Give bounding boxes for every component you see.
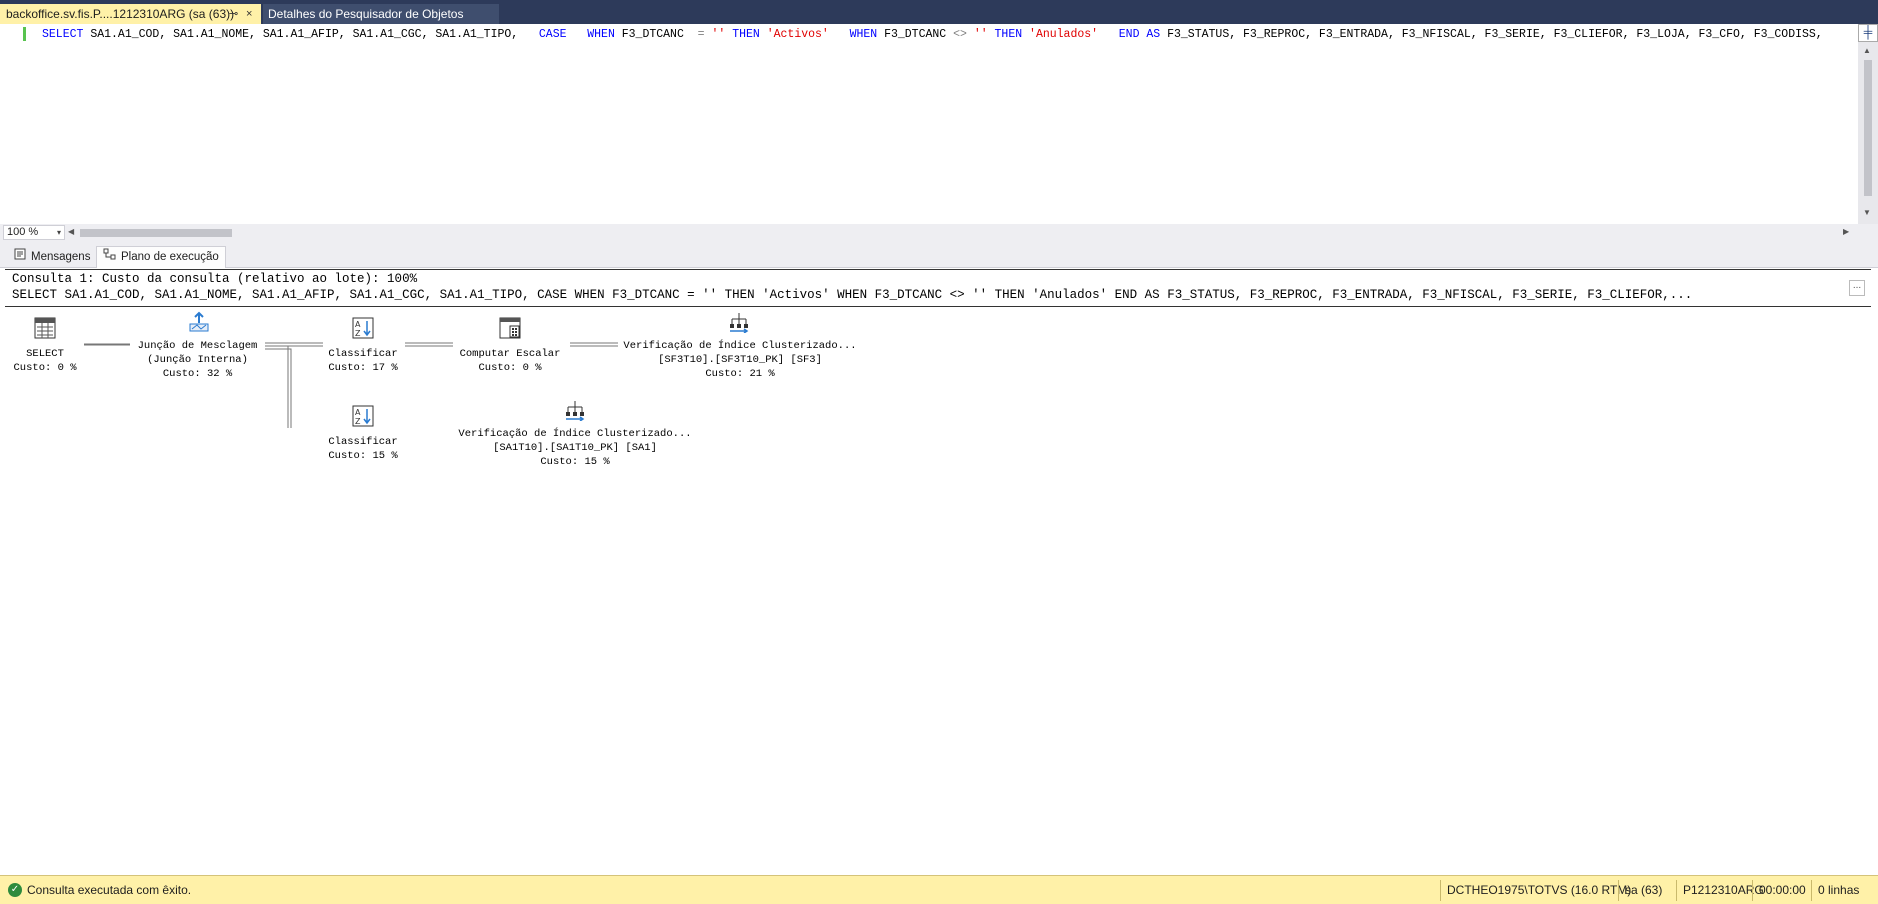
sql-token: F3_STATUS, F3_REPROC, F3_ENTRADA, F3_NFI… [1160, 28, 1823, 41]
sql-token: WHEN [587, 28, 615, 41]
status-user: sa (63) [1618, 880, 1662, 901]
merge-join-cost: Custo: 32 % [162, 368, 233, 380]
scan-sa1-object: [SA1T10].[SA1T10_PK] [SA1] [493, 442, 657, 454]
sql-token: WHEN [849, 28, 878, 41]
clustered-index-scan-node-sa1[interactable]: Verificação de Índice Clusterizado... [S… [455, 427, 695, 469]
compute-scalar-cost: Custo: 0 % [478, 362, 542, 374]
scan-sf3-cost: Custo: 21 % [705, 368, 775, 380]
sort-node-1-label: Classificar [328, 348, 398, 360]
sort-icon[interactable]: AZ [352, 317, 374, 339]
scan-sa1-cost: Custo: 15 % [540, 456, 610, 468]
sql-token: THEN [994, 28, 1023, 41]
zoom-select[interactable]: 100 % ▾ [3, 225, 65, 240]
changed-line-marker [23, 27, 26, 41]
messages-icon [14, 247, 26, 267]
status-bar: ✓ Consulta executada com êxito. DCTHEO19… [0, 875, 1878, 904]
svg-text:A: A [355, 320, 361, 329]
scroll-right-icon[interactable]: ▶ [1843, 227, 1849, 236]
sql-token: THEN [732, 28, 760, 41]
clustered-index-scan-node-sf3[interactable]: Verificação de Índice Clusterizado... [S… [620, 339, 860, 381]
horizontal-scroll-thumb[interactable] [80, 229, 232, 237]
merge-join-label: Junção de Mesclagem [137, 340, 258, 352]
editor-vertical-scrollbar[interactable]: ▲ ▼ [1858, 24, 1878, 224]
sql-token: <> [953, 28, 967, 41]
split-editor-icon[interactable]: ╪ [1858, 24, 1878, 42]
scroll-corner [1858, 224, 1878, 242]
select-node[interactable]: SELECT Custo: 0 % [10, 347, 80, 375]
compute-scalar-label: Computar Escalar [459, 348, 561, 360]
tab-details-label: Detalhes do Pesquisador de Objetos [268, 7, 464, 21]
scan-sa1-label: Verificação de Índice Clusterizado... [458, 428, 692, 440]
tab-plan-label: Plano de execução [121, 251, 219, 264]
select-node-label: SELECT [26, 348, 64, 360]
sort-icon[interactable]: AZ [352, 405, 374, 427]
sort-node-2-label: Classificar [328, 436, 398, 448]
success-check-icon: ✓ [8, 883, 22, 897]
sort-node-1-cost: Custo: 17 % [328, 362, 398, 374]
scroll-left-icon[interactable]: ◀ [68, 227, 74, 236]
status-message: Consulta executada com êxito. [27, 883, 192, 897]
tab-messages[interactable]: Mensagens [10, 247, 94, 267]
sql-token: 'Activos' [766, 28, 829, 41]
select-node-cost: Custo: 0 % [13, 362, 77, 374]
clustered-index-scan-icon[interactable] [728, 311, 750, 334]
chevron-down-icon: ▾ [56, 228, 61, 237]
select-operator-icon[interactable] [34, 317, 56, 339]
tab-messages-label: Mensagens [31, 251, 91, 264]
sql-token: F3_DTCANC [877, 28, 954, 41]
status-database: P1212310ARG [1676, 880, 1764, 901]
execution-plan-pane: Consulta 1: Custo da consulta (relativo … [0, 268, 1878, 875]
sort-node-2[interactable]: Classificar Custo: 15 % [323, 435, 403, 463]
svg-text:Z: Z [355, 417, 361, 426]
status-server: DCTHEO1975\TOTVS (16.0 RTM) [1440, 880, 1631, 901]
sql-token: 'Anulados' [1029, 28, 1099, 41]
sql-token: END AS [1118, 28, 1161, 41]
result-tab-bar: Mensagens Plano de execução [0, 242, 1878, 269]
sql-token: SELECT [42, 28, 84, 41]
status-elapsed-time: 00:00:00 [1752, 880, 1806, 901]
compute-scalar-icon[interactable] [499, 317, 521, 339]
editor-horizontal-bar: 100 % ▾ ◀ ▶ [0, 224, 1858, 242]
sql-token: '' [973, 28, 988, 41]
scan-sf3-object: [SF3T10].[SF3T10_PK] [SF3] [658, 354, 822, 366]
zoom-value: 100 % [7, 226, 39, 238]
sort-node-2-cost: Custo: 15 % [328, 450, 398, 462]
tab-object-explorer-details[interactable]: Detalhes do Pesquisador de Objetos [263, 4, 499, 24]
svg-text:Z: Z [355, 329, 361, 338]
sql-token: '' [711, 28, 726, 41]
merge-join-icon[interactable] [188, 311, 210, 333]
clustered-index-scan-icon[interactable] [564, 399, 586, 422]
vertical-scroll-thumb[interactable] [1864, 60, 1872, 196]
svg-text:A: A [355, 408, 361, 417]
sql-token: SA1.A1_COD, SA1.A1_NOME, SA1.A1_AFIP, SA… [83, 28, 532, 41]
document-tab-bar: backoffice.sv.fis.P....1212310ARG (sa (6… [0, 0, 1878, 24]
scroll-down-icon[interactable]: ▼ [1863, 208, 1871, 217]
tab-execution-plan[interactable]: Plano de execução [96, 246, 226, 269]
show-query-button[interactable]: ... [1849, 280, 1865, 296]
scan-sf3-label: Verificação de Índice Clusterizado... [623, 340, 857, 352]
tab-query-editor[interactable]: backoffice.sv.fis.P....1212310ARG (sa (6… [0, 4, 261, 24]
scroll-up-icon[interactable]: ▲ [1863, 46, 1871, 55]
close-icon[interactable]: × [246, 4, 252, 24]
sql-editor[interactable]: SELECT SA1.A1_COD, SA1.A1_NOME, SA1.A1_A… [0, 24, 1878, 224]
sql-token: CASE [532, 28, 567, 41]
merge-join-node[interactable]: Junção de Mesclagem (Junção Interna) Cus… [130, 339, 265, 381]
sort-node-1[interactable]: Classificar Custo: 17 % [323, 347, 403, 375]
sql-token: F3_DTCANC [614, 28, 698, 41]
status-row-count: 0 linhas [1811, 880, 1859, 901]
compute-scalar-node[interactable]: Computar Escalar Custo: 0 % [455, 347, 565, 375]
merge-join-type: (Junção Interna) [147, 354, 248, 366]
sql-code-line[interactable]: SELECT SA1.A1_COD, SA1.A1_NOME, SA1.A1_A… [42, 27, 1823, 42]
execution-plan-icon [103, 247, 116, 267]
tab-query-label: backoffice.sv.fis.P....1212310ARG (sa (6… [6, 7, 235, 21]
pin-icon[interactable]: ⊸ [229, 4, 238, 24]
sql-token: = [697, 28, 705, 41]
